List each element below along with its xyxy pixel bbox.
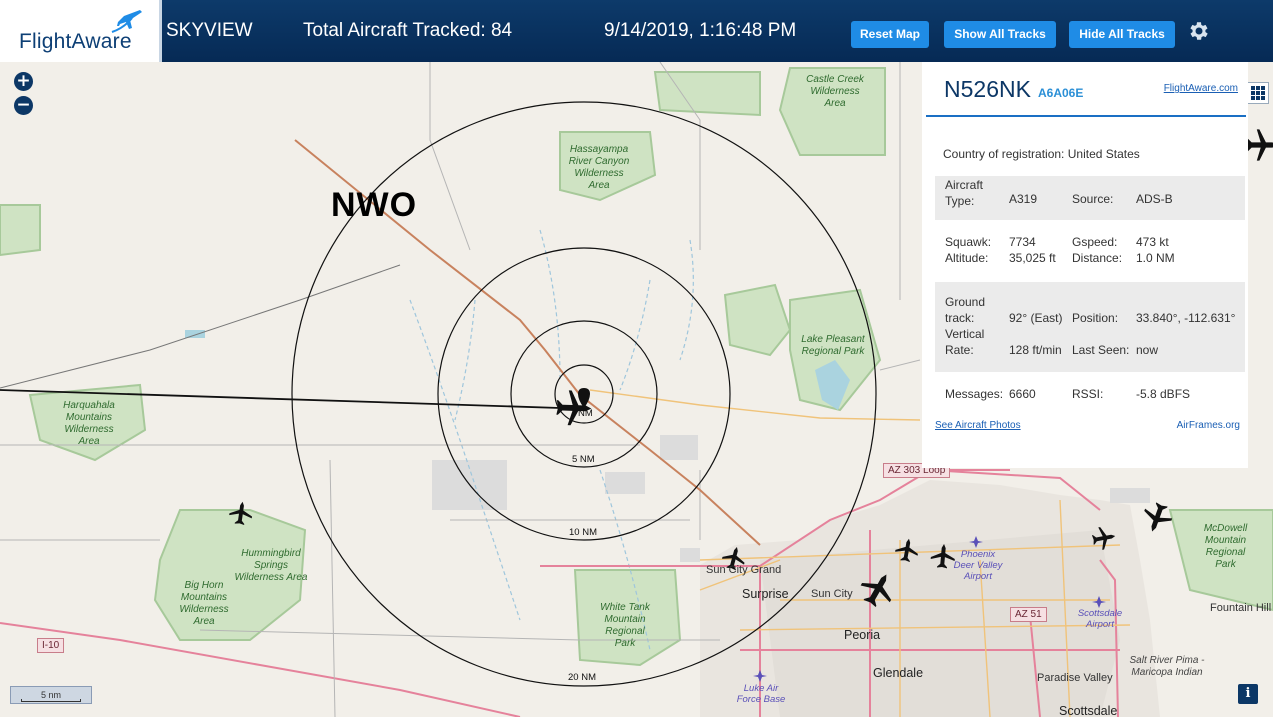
map-label-fountain-hills: Fountain Hill: [1210, 602, 1272, 614]
show-all-tracks-button[interactable]: Show All Tracks: [944, 21, 1056, 48]
vertical-rate-label: Vertical Rate:: [945, 327, 985, 357]
source-value: ADS-B: [1136, 192, 1173, 206]
gspeed-label: Gspeed:: [1072, 235, 1118, 249]
altitude-value: 35,025 ft: [1009, 251, 1056, 265]
map-label-deer-valley-airport: Phoenix Deer Valley Airport: [953, 549, 1003, 582]
range-label-20nm: 20 NM: [568, 672, 596, 683]
road-shield-i10: I-10: [37, 638, 65, 653]
gear-icon[interactable]: [1186, 19, 1210, 43]
country-value: United States: [1067, 147, 1140, 161]
map-label-surprise: Surprise: [742, 587, 789, 601]
range-label-10nm: 10 NM: [569, 527, 597, 538]
map-label-glendale: Glendale: [873, 666, 924, 680]
map-label-salt-river: Salt River Pima - Maricopa Indian: [1129, 655, 1205, 678]
flightaware-logo[interactable]: FlightAware: [0, 0, 162, 62]
aircraft-info-panel: N526NK A6A06E FlightAware.com Country of…: [922, 62, 1248, 468]
map-label-sun-city: Sun City: [811, 588, 853, 600]
messages-label: Messages:: [945, 387, 1004, 401]
aircraft-type-value: A319: [1009, 192, 1038, 206]
row-type-source: Aircraft Type: A319 Source: ADS-B: [935, 176, 1245, 220]
total-aircraft-tracked: Total Aircraft Tracked: 84: [303, 20, 513, 41]
map-scale-bar: 5 nm: [10, 686, 92, 704]
site-label: NWO: [331, 186, 418, 224]
map-label-peoria: Peoria: [844, 628, 881, 642]
last-seen-value: now: [1136, 343, 1159, 357]
map-label-scottsdale: Scottsdale: [1059, 704, 1118, 717]
row-messages-rssi: Messages: 6660 RSSI: -5.8 dBFS: [935, 386, 1245, 404]
flightaware-link[interactable]: FlightAware.com: [1164, 83, 1238, 94]
squawk-value: 7734: [1009, 235, 1036, 249]
ground-track-label: Ground track:: [945, 295, 986, 325]
map-label-hassayampa: Hassayampa River Canyon Wilderness Area: [568, 144, 630, 191]
row-track-position: Ground track: 92° (East) Position: 33.84…: [935, 282, 1245, 372]
aircraft-hex-code: A6A06E: [1038, 86, 1084, 100]
map-label-mcdowell: McDowell Mountain Regional Park: [1203, 523, 1248, 570]
hide-all-tracks-button[interactable]: Hide All Tracks: [1069, 21, 1175, 48]
reset-map-button[interactable]: Reset Map: [851, 21, 929, 48]
map-label-scottsdale-airport: Scottsdale Airport: [1077, 608, 1123, 630]
vertical-rate-value: 128 ft/min: [1009, 343, 1062, 357]
map-label-white-tank: White Tank Mountain Regional Park: [600, 602, 650, 649]
app-name: SKYVIEW: [166, 20, 253, 41]
gspeed-value: 473 kt: [1136, 235, 1169, 249]
map-label-hummingbird: Hummingbird Springs Wilderness Area: [234, 548, 308, 583]
current-datetime: 9/14/2019, 1:16:48 PM: [604, 20, 797, 41]
range-label-5nm: 5 NM: [572, 454, 595, 465]
aircraft-icon[interactable]: [1138, 499, 1176, 537]
ground-track-value: 92° (East): [1009, 311, 1063, 325]
aircraft-icon[interactable]: [1246, 129, 1273, 161]
map-label-harquahala: Harquahala Mountains Wilderness Area: [63, 400, 115, 447]
header-bar: FlightAware SKYVIEW Total Aircraft Track…: [0, 0, 1273, 62]
panel-divider: [926, 115, 1246, 117]
country-label: Country of registration:: [943, 147, 1065, 161]
map-label-castle-creek: Castle Creek Wilderness Area: [806, 74, 864, 109]
layer-switcher-icon[interactable]: [1247, 82, 1269, 104]
distance-label: Distance:: [1072, 251, 1123, 265]
row-squawk-speed: Squawk: 7734 Gspeed: 473 kt Altitude: 35…: [935, 234, 1245, 270]
map-label-paradise-valley: Paradise Valley: [1037, 672, 1113, 684]
logo-text: FlightAware: [19, 30, 132, 53]
zoom-in-button[interactable]: +: [14, 72, 33, 91]
map-label-sun-city-grand: Sun City Grand: [706, 564, 782, 576]
distance-value: 1.0 NM: [1136, 251, 1175, 265]
aircraft-type-label: Aircraft Type:: [945, 178, 984, 208]
source-label: Source:: [1072, 192, 1114, 206]
skyview-app: FlightAware SKYVIEW Total Aircraft Track…: [0, 0, 1273, 717]
map-label-lake-pleasant: Lake Pleasant Regional Park: [801, 334, 865, 357]
position-label: Position:: [1072, 311, 1119, 325]
zoom-out-button[interactable]: −: [14, 96, 33, 115]
squawk-label: Squawk:: [945, 235, 992, 249]
position-value: 33.840°, -112.631°: [1136, 311, 1236, 325]
attribution-info-button[interactable]: i: [1238, 684, 1258, 704]
airframes-link[interactable]: AirFrames.org: [1177, 420, 1240, 431]
last-seen-label: Last Seen:: [1072, 343, 1130, 357]
altitude-label: Altitude:: [945, 251, 989, 265]
range-label-small: NM: [578, 408, 593, 419]
scale-line: [21, 699, 81, 702]
map-label-big-horn: Big Horn Mountains Wilderness Area: [179, 580, 229, 627]
country-row: Country of registration: United States: [943, 147, 1140, 161]
rssi-label: RSSI:: [1072, 387, 1104, 401]
rssi-value: -5.8 dBFS: [1136, 387, 1191, 401]
messages-value: 6660: [1009, 387, 1036, 401]
receiver-location-marker: [578, 388, 590, 408]
road-shield-az51: AZ 51: [1010, 607, 1047, 622]
aircraft-callsign: N526NK: [944, 76, 1031, 102]
map-label-luke-afb: Luke Air Force Base: [736, 683, 786, 705]
see-aircraft-photos-link[interactable]: See Aircraft Photos: [935, 420, 1021, 431]
